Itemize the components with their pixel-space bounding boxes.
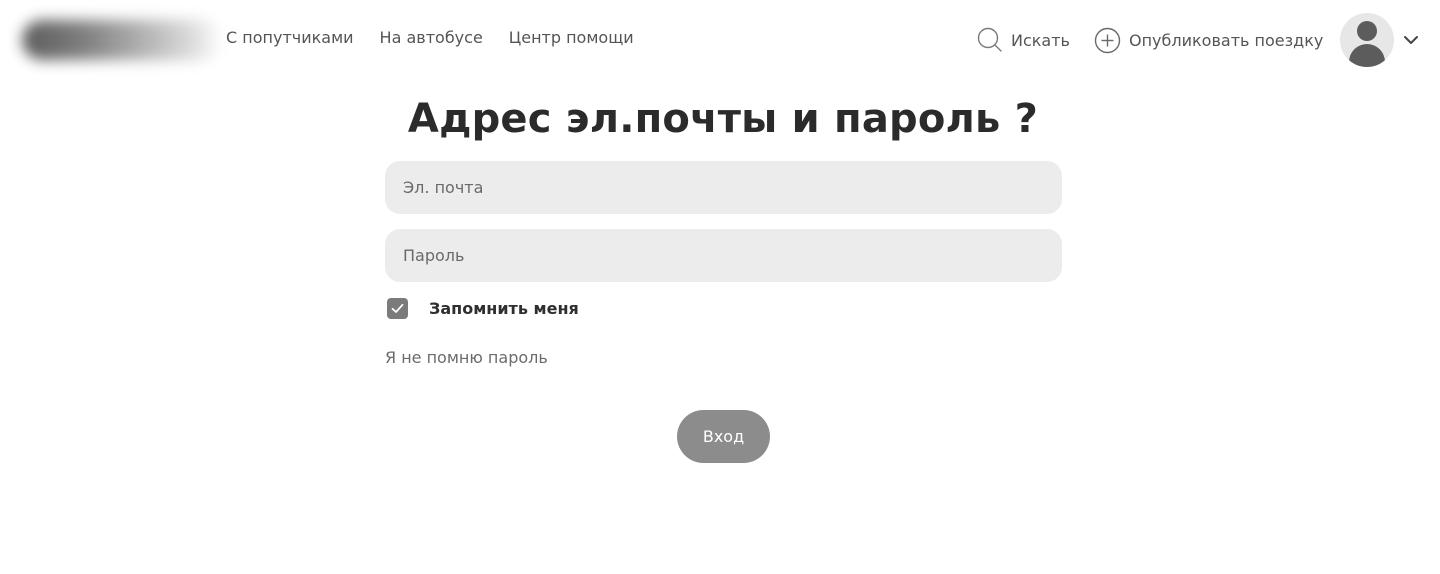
main-nav: С попутчиками На автобусе Центр помощи [226,28,634,47]
nav-link-bus[interactable]: На автобусе [380,28,483,47]
chevron-down-icon[interactable] [1402,31,1420,49]
publish-ride-link[interactable]: Опубликовать поездку [1094,23,1323,57]
forgot-password-link[interactable]: Я не помню пароль [385,348,548,367]
password-field[interactable] [385,229,1062,282]
remember-me-checkbox[interactable] [387,298,408,319]
brand-logo[interactable] [22,20,222,60]
remember-me-label: Запомнить меня [429,299,579,318]
avatar-icon[interactable] [1340,13,1394,67]
checkmark-icon [391,303,404,313]
remember-me-toggle[interactable]: Запомнить меня [387,298,579,319]
plus-circle-icon [1094,27,1121,54]
nav-link-help[interactable]: Центр помощи [509,28,634,47]
search-link[interactable]: Искать [977,23,1070,57]
search-label: Искать [1011,30,1070,50]
nav-link-carpool[interactable]: С попутчиками [226,28,354,47]
search-icon [977,27,1003,53]
top-header: С попутчиками На автобусе Центр помощи И… [0,0,1440,80]
avatar-body-shape [1349,44,1385,67]
avatar-head-shape [1357,21,1377,41]
page-title: Адрес эл.почты и пароль ? [407,96,1039,142]
login-button[interactable]: Вход [677,410,770,463]
publish-ride-label: Опубликовать поездку [1129,30,1324,50]
email-field[interactable] [385,161,1062,214]
